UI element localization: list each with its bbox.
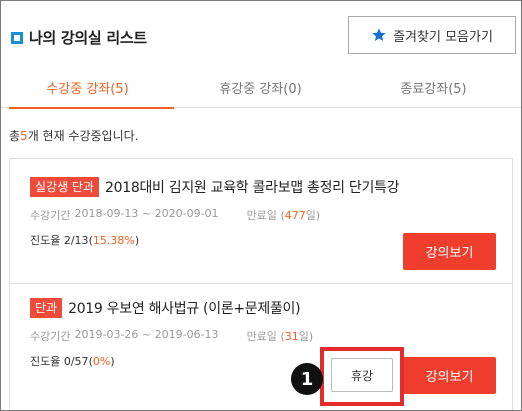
highlight-box [320,347,404,406]
watch-lecture-button[interactable]: 강의보기 [403,233,496,270]
progress-label: 진도율 2/13 [30,234,89,247]
period-value: 2018-09-13 ~ 2020-09-01 [74,207,219,220]
page-title: 나의 강의실 리스트 [29,29,147,47]
star-icon [372,28,386,41]
step-number: 1 [300,368,314,390]
course-badge: 단과 [30,298,63,318]
tab-paused-label: 휴강중 강좌(0) [219,82,302,97]
days-close: 일) [305,209,321,222]
course-period: 수강기간 2019-03-26 ~ 2019-06-13 만료일 (31일) [30,328,313,344]
progress-label: 진도율 0/57 [30,355,89,368]
tab-paused[interactable]: 휴강중 강좌(0) [174,67,347,108]
period-value: 2019-03-26 ~ 2019-06-13 [74,328,219,341]
square-bullet-icon [11,31,23,44]
step-number-badge: 1 [291,363,323,395]
progress-percent: 0% [92,355,111,368]
tab-in-progress-label: 수강중 강좌(5) [46,82,129,97]
watch-lecture-label: 강의보기 [425,246,474,261]
course-period: 수강기간 2018-09-13 ~ 2020-09-01 만료일 (477일) [30,207,320,223]
course-title-row: 실강생 단과 2018대비 김지원 교육학 콜라보맵 총정리 단기특강 [30,177,400,197]
period-label: 수강기간 [30,330,71,343]
expiry: 만료일 (477일) [247,207,321,223]
course-title: 2018대비 김지원 교육학 콜라보맵 총정리 단기특강 [105,180,400,196]
favorites-button[interactable]: 즐겨찾기 모음가기 [348,16,516,54]
days-remaining: 477 [284,209,306,222]
expiry-label: 만료일 [246,330,277,343]
watch-lecture-button[interactable]: 강의보기 [403,357,496,394]
tab-bar: 수강중 강좌(5) 휴강중 강좌(0) 종료강좌(5) [1,67,521,109]
summary-prefix: 총 [9,129,21,143]
course-list: 실강생 단과 2018대비 김지원 교육학 콜라보맵 총정리 단기특강 수강기간… [9,158,513,410]
course-item: 실강생 단과 2018대비 김지원 교육학 콜라보맵 총정리 단기특강 수강기간… [10,159,512,284]
course-item: 단과 2019 우보연 해사법규 (이론+문제풀이) 수강기간 2019-03-… [10,284,512,410]
days-close: 일) [298,330,314,343]
progress-percent: 15.38% [92,234,135,247]
title-wrap: 나의 강의실 리스트 [11,27,147,48]
period-label: 수강기간 [30,209,71,222]
header: 나의 강의실 리스트 즐겨찾기 모음가기 [1,1,521,67]
course-list-panel: 나의 강의실 리스트 즐겨찾기 모음가기 수강중 강좌(5) 휴강중 강좌(0)… [0,0,522,411]
course-badge: 실강생 단과 [30,177,100,197]
summary-count: 5 [20,129,28,143]
progress-close: ) [134,234,140,247]
watch-lecture-label: 강의보기 [425,370,474,385]
summary-suffix: 개 현재 수강중입니다. [27,129,139,143]
tab-in-progress[interactable]: 수강중 강좌(5) [1,67,174,109]
days-remaining: 31 [284,330,299,343]
tab-ended-label: 종료강좌(5) [400,82,467,97]
favorites-button-label: 즐겨찾기 모음가기 [393,29,493,45]
course-progress: 진도율 2/13(15.38%) [30,232,139,248]
expiry-label: 만료일 [246,209,277,222]
progress-close: ) [110,355,115,368]
tab-ended[interactable]: 종료강좌(5) [347,67,520,108]
summary-text: 총5개 현재 수강중입니다. [9,127,139,144]
course-progress: 진도율 0/57(0%) [30,353,115,369]
expiry: 만료일 (31일) [247,328,314,344]
course-title-row: 단과 2019 우보연 해사법규 (이론+문제풀이) [30,298,301,318]
course-title: 2019 우보연 해사법규 (이론+문제풀이) [68,301,301,317]
